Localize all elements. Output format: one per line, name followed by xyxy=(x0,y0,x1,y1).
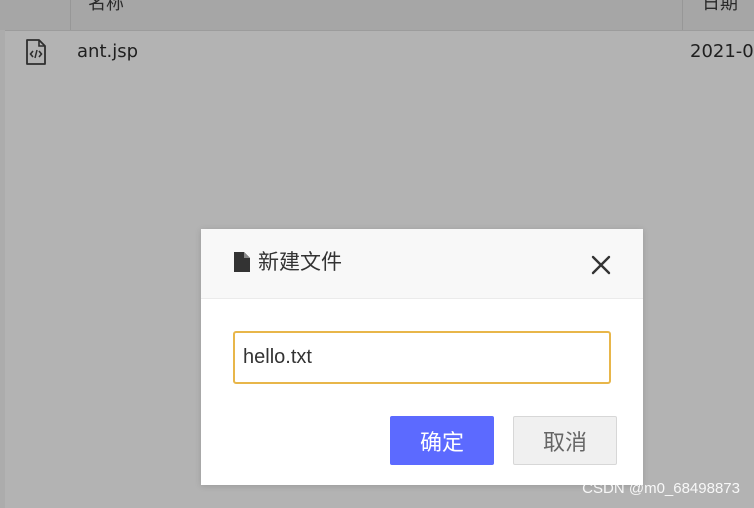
dialog-header: 新建文件 xyxy=(201,229,643,299)
file-name[interactable]: ant.jsp xyxy=(77,41,138,63)
close-icon[interactable] xyxy=(589,253,613,277)
file-date: 2021-0 xyxy=(690,41,754,62)
cancel-button[interactable]: 取消 xyxy=(513,416,617,465)
confirm-button[interactable]: 确定 xyxy=(390,416,494,465)
filename-input[interactable] xyxy=(233,331,611,384)
file-list-header: 名称 日期 xyxy=(0,0,754,31)
list-left-edge xyxy=(0,30,5,508)
file-icon xyxy=(233,251,251,273)
code-file-icon xyxy=(24,38,48,66)
header-divider xyxy=(682,0,683,30)
header-divider xyxy=(70,0,71,30)
column-header-name[interactable]: 名称 xyxy=(88,0,124,16)
watermark: CSDN @m0_68498873 xyxy=(582,480,740,497)
new-file-dialog: 新建文件 确定 取消 xyxy=(201,229,643,485)
column-header-date[interactable]: 日期 xyxy=(702,0,738,16)
file-row[interactable]: ant.jsp 2021-0 xyxy=(0,31,754,75)
dialog-title: 新建文件 xyxy=(258,250,342,274)
